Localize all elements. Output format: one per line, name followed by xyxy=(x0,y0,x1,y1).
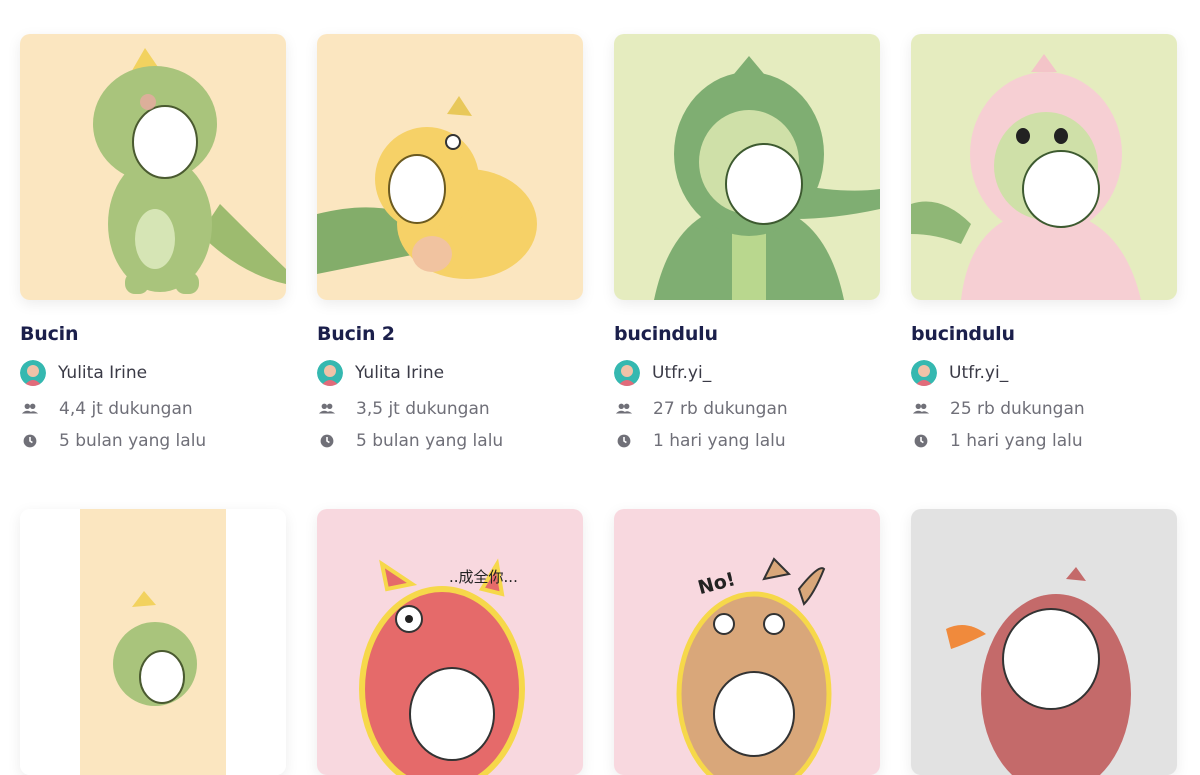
people-icon xyxy=(317,399,337,419)
author-avatar xyxy=(20,360,46,386)
supports-count: 27 rb dukungan xyxy=(653,399,788,419)
sticker-card[interactable]: Bucin 2 Yulita Irine 3,5 jt dukungan 5 b… xyxy=(317,34,583,453)
sticker-card[interactable]: Bucin Yulita Irine 4,4 jt dukungan 5 bul… xyxy=(20,34,286,453)
sticker-caption: ..成全你... xyxy=(449,568,518,586)
published-time: 5 bulan yang lalu xyxy=(59,431,207,451)
author-name[interactable]: Utfr.yi_ xyxy=(652,363,711,383)
tan-creature-illustration: No! xyxy=(614,509,880,775)
published-time: 1 hari yang lalu xyxy=(950,431,1083,451)
pink-hoodie-illustration xyxy=(911,34,1177,300)
people-icon xyxy=(911,399,931,419)
sticker-thumbnail[interactable]: ..成全你... xyxy=(317,509,583,775)
time-row: 5 bulan yang lalu xyxy=(20,429,286,453)
sticker-card[interactable]: bucindulu Utfr.yi_ 27 rb dukungan 1 hari… xyxy=(614,34,880,453)
sticker-thumbnail[interactable] xyxy=(20,509,286,775)
sticker-card[interactable] xyxy=(20,509,286,775)
green-dino-small-illustration xyxy=(20,509,286,775)
people-icon xyxy=(614,399,634,419)
clock-icon xyxy=(20,431,40,451)
pink-creature-illustration: ..成全你... xyxy=(317,509,583,775)
supports-count: 4,4 jt dukungan xyxy=(59,399,193,419)
author-row[interactable]: Yulita Irine xyxy=(317,359,583,387)
sticker-card[interactable]: No! xyxy=(614,509,880,775)
sticker-thumbnail[interactable] xyxy=(911,34,1177,300)
sticker-card[interactable] xyxy=(911,509,1177,775)
sticker-title[interactable]: bucindulu xyxy=(614,322,880,346)
sticker-title[interactable]: bucindulu xyxy=(911,322,1177,346)
time-row: 1 hari yang lalu xyxy=(614,429,880,453)
author-row[interactable]: Utfr.yi_ xyxy=(614,359,880,387)
sticker-thumbnail[interactable] xyxy=(317,34,583,300)
supports-row: 4,4 jt dukungan xyxy=(20,397,286,421)
sticker-title[interactable]: Bucin 2 xyxy=(317,322,583,346)
supports-count: 3,5 jt dukungan xyxy=(356,399,490,419)
supports-row: 3,5 jt dukungan xyxy=(317,397,583,421)
sticker-grid: Bucin Yulita Irine 4,4 jt dukungan 5 bul… xyxy=(20,34,1180,775)
sticker-card[interactable]: ..成全你... xyxy=(317,509,583,775)
published-time: 5 bulan yang lalu xyxy=(356,431,504,451)
green-hoodie-illustration xyxy=(614,34,880,300)
author-avatar xyxy=(614,360,640,386)
author-avatar xyxy=(911,360,937,386)
sticker-title[interactable]: Bucin xyxy=(20,322,286,346)
sticker-thumbnail[interactable] xyxy=(614,34,880,300)
author-name[interactable]: Yulita Irine xyxy=(355,363,444,383)
time-row: 5 bulan yang lalu xyxy=(317,429,583,453)
sticker-thumbnail[interactable]: No! xyxy=(614,509,880,775)
author-avatar xyxy=(317,360,343,386)
time-row: 1 hari yang lalu xyxy=(911,429,1177,453)
supports-row: 27 rb dukungan xyxy=(614,397,880,421)
sticker-card[interactable]: bucindulu Utfr.yi_ 25 rb dukungan 1 hari… xyxy=(911,34,1177,453)
author-row[interactable]: Yulita Irine xyxy=(20,359,286,387)
author-name[interactable]: Yulita Irine xyxy=(58,363,147,383)
clock-icon xyxy=(911,431,931,451)
published-time: 1 hari yang lalu xyxy=(653,431,786,451)
red-dino-illustration xyxy=(911,509,1177,775)
clock-icon xyxy=(317,431,337,451)
supports-row: 25 rb dukungan xyxy=(911,397,1177,421)
sticker-thumbnail[interactable] xyxy=(20,34,286,300)
people-icon xyxy=(20,399,40,419)
author-row[interactable]: Utfr.yi_ xyxy=(911,359,1177,387)
supports-count: 25 rb dukungan xyxy=(950,399,1085,419)
sticker-thumbnail[interactable] xyxy=(911,509,1177,775)
clock-icon xyxy=(614,431,634,451)
author-name[interactable]: Utfr.yi_ xyxy=(949,363,1008,383)
green-dino-illustration xyxy=(20,34,286,300)
yellow-dino-illustration xyxy=(317,34,583,300)
